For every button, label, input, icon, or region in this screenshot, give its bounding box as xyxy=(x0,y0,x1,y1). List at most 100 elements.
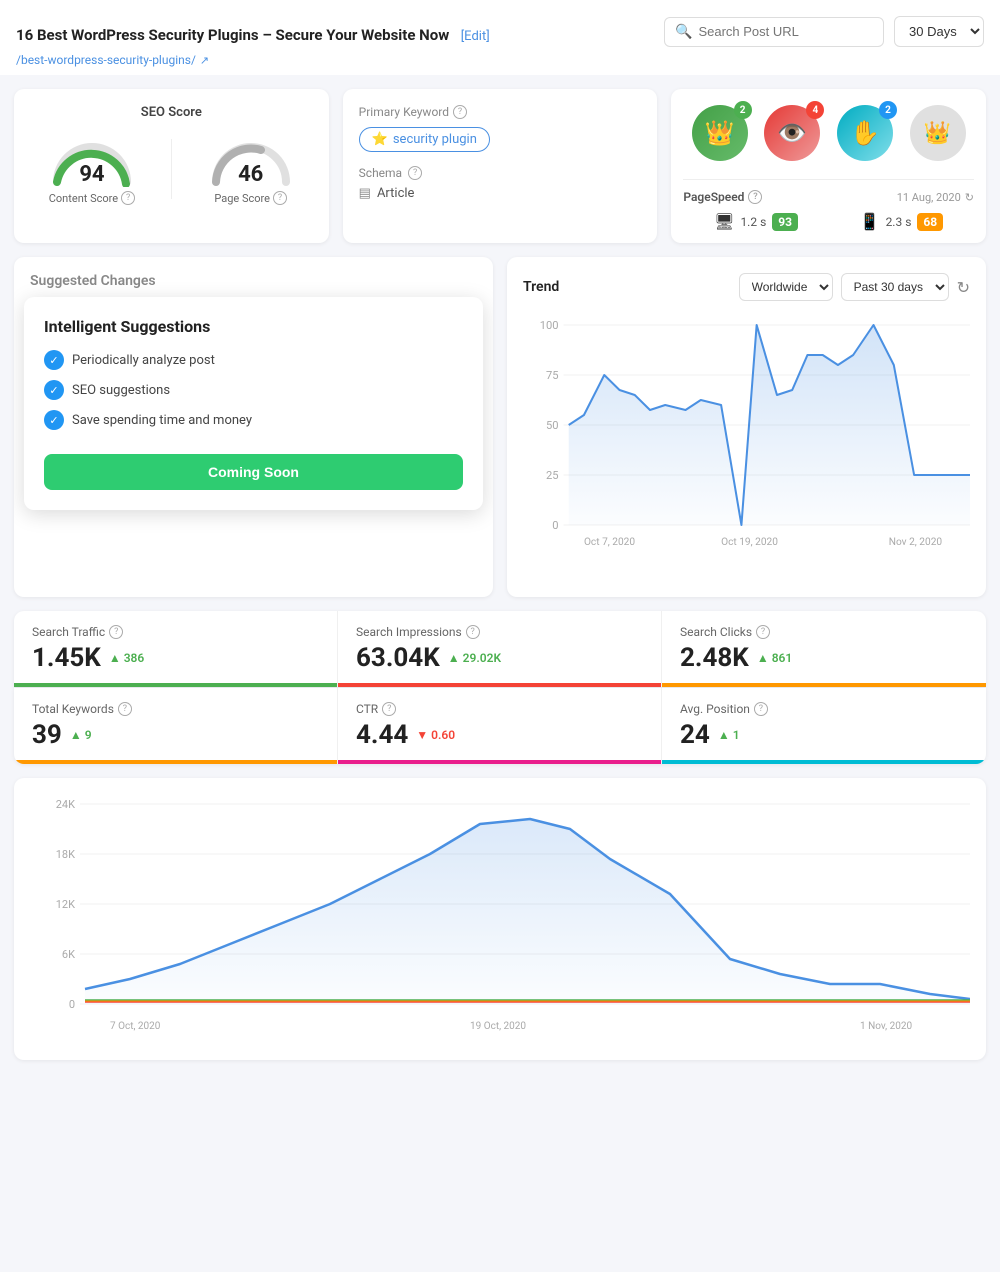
date-range-select[interactable]: 30 Days xyxy=(894,16,984,47)
edit-link[interactable]: [Edit] xyxy=(461,29,490,44)
keyword-card: Primary Keyword ? ⭐ security plugin Sche… xyxy=(343,89,658,243)
position-value: 24 xyxy=(680,720,710,750)
keywords-info-icon[interactable]: ? xyxy=(118,702,132,716)
schema-type-value: Article xyxy=(377,186,414,201)
coming-soon-button[interactable]: Coming Soon xyxy=(44,454,463,490)
schema-info-icon[interactable]: ? xyxy=(408,166,422,180)
star-icon: ⭐ xyxy=(372,132,388,147)
clicks-info-icon[interactable]: ? xyxy=(756,625,770,639)
stat-avg-position: Avg. Position ? 24 ▲ 1 xyxy=(662,688,986,764)
ctr-change: ▼ 0.60 xyxy=(416,728,455,742)
intelligent-suggestions-overlay: Intelligent Suggestions ✓ Periodically a… xyxy=(24,297,483,510)
svg-text:6K: 6K xyxy=(62,948,75,961)
keyword-value: security plugin xyxy=(393,132,477,147)
bottom-chart-card: 24K 18K 12K 6K 0 7 Oct, 2020 19 Oct, 202… xyxy=(14,778,986,1060)
refresh-pagespeed-icon[interactable]: ↻ xyxy=(965,191,974,204)
keywords-value: 39 xyxy=(32,720,62,750)
svg-text:75: 75 xyxy=(546,369,559,382)
svg-text:12K: 12K xyxy=(56,898,75,911)
desktop-time: 1.2 s xyxy=(740,215,766,229)
ctr-value: 4.44 xyxy=(356,720,408,750)
svg-text:0: 0 xyxy=(552,519,558,532)
page-score-number: 46 xyxy=(238,162,263,187)
svg-text:7 Oct, 2020: 7 Oct, 2020 xyxy=(110,1021,161,1032)
trend-title: Trend xyxy=(523,279,731,295)
suggested-title: Suggested Changes xyxy=(30,273,477,289)
traffic-change: ▲ 386 xyxy=(109,651,144,665)
pagespeed-title: PageSpeed xyxy=(683,190,744,204)
position-info-icon[interactable]: ? xyxy=(754,702,768,716)
clicks-value: 2.48K xyxy=(680,643,749,673)
impressions-info-icon[interactable]: ? xyxy=(466,625,480,639)
icon-badge-2: 2 xyxy=(734,101,752,119)
page-score-info-icon[interactable]: ? xyxy=(273,191,287,205)
content-score-label: Content Score xyxy=(49,192,118,205)
desktop-icon: 🖥 xyxy=(714,212,734,231)
mobile-time: 2.3 s xyxy=(886,215,912,229)
icon-crown-green[interactable]: 👑 2 xyxy=(692,105,748,161)
page-title: 16 Best WordPress Security Plugins – Sec… xyxy=(16,26,449,44)
icon-hand-teal[interactable]: ✋ 2 xyxy=(837,105,893,161)
mobile-score: 68 xyxy=(917,213,943,231)
subtitle-url[interactable]: /best-wordpress-security-plugins/ xyxy=(16,53,196,67)
search-box: 🔍 xyxy=(664,17,884,47)
stat-search-traffic: Search Traffic ? 1.45K ▲ 386 xyxy=(14,611,338,687)
bottom-chart: 24K 18K 12K 6K 0 7 Oct, 2020 19 Oct, 202… xyxy=(30,794,970,1044)
icon-badge-4: 4 xyxy=(806,101,824,119)
position-change: ▲ 1 xyxy=(718,728,740,742)
clicks-bar xyxy=(662,683,986,687)
trend-location-select[interactable]: Worldwide xyxy=(739,273,833,301)
traffic-value: 1.45K xyxy=(32,643,101,673)
impressions-value: 63.04K xyxy=(356,643,440,673)
stat-total-keywords: Total Keywords ? 39 ▲ 9 xyxy=(14,688,338,764)
svg-text:Oct 7, 2020: Oct 7, 2020 xyxy=(584,537,635,548)
desktop-score: 93 xyxy=(772,213,798,231)
pagespeed-date: 11 Aug, 2020 xyxy=(897,191,961,204)
external-link-icon[interactable]: ↗ xyxy=(200,54,209,67)
content-score-gauge: 94 Content Score ? xyxy=(47,132,137,205)
overlay-title: Intelligent Suggestions xyxy=(44,317,463,336)
stats-row-1: Search Traffic ? 1.45K ▲ 386 Search Impr… xyxy=(14,611,986,687)
keywords-bar xyxy=(14,760,337,764)
svg-text:100: 100 xyxy=(540,319,559,332)
clicks-change: ▲ 861 xyxy=(757,651,792,665)
search-input[interactable] xyxy=(698,24,858,39)
svg-text:19 Oct, 2020: 19 Oct, 2020 xyxy=(470,1021,526,1032)
suggested-changes-card: Suggested Changes 1 es That G... 2 ebsit… xyxy=(14,257,493,597)
seo-score-title: SEO Score xyxy=(30,105,313,120)
icon-eye-red[interactable]: 👁️ 4 xyxy=(764,105,820,161)
overlay-item-3: ✓ Save spending time and money xyxy=(44,410,463,430)
stat-search-clicks: Search Clicks ? 2.48K ▲ 861 xyxy=(662,611,986,687)
keyword-info-icon[interactable]: ? xyxy=(453,105,467,119)
trend-card: Trend Worldwide Past 30 days ↻ xyxy=(507,257,986,597)
stats-row-2: Total Keywords ? 39 ▲ 9 CTR ? 4.44 ▼ 0.6… xyxy=(14,688,986,764)
stat-search-impressions: Search Impressions ? 63.04K ▲ 29.02K xyxy=(338,611,662,687)
page-score-gauge: 46 Page Score ? xyxy=(206,132,296,205)
svg-text:24K: 24K xyxy=(56,798,75,811)
icons-pagespeed-card: 👑 2 👁️ 4 ✋ 2 👑 PageSp xyxy=(671,89,986,243)
ctr-info-icon[interactable]: ? xyxy=(382,702,396,716)
schema-label: Schema xyxy=(359,166,402,180)
svg-text:18K: 18K xyxy=(56,848,75,861)
svg-text:25: 25 xyxy=(546,469,559,482)
pagespeed-info-icon[interactable]: ? xyxy=(748,190,762,204)
check-icon-3: ✓ xyxy=(44,410,64,430)
traffic-info-icon[interactable]: ? xyxy=(109,625,123,639)
svg-text:Oct 19, 2020: Oct 19, 2020 xyxy=(721,537,778,548)
icon-crown-gray[interactable]: 👑 xyxy=(910,105,966,161)
trend-period-select[interactable]: Past 30 days xyxy=(841,273,949,301)
icon-badge-2b: 2 xyxy=(879,101,897,119)
check-icon-1: ✓ xyxy=(44,350,64,370)
svg-text:0: 0 xyxy=(69,998,75,1011)
check-icon-2: ✓ xyxy=(44,380,64,400)
keyword-badge[interactable]: ⭐ security plugin xyxy=(359,127,490,152)
content-score-number: 94 xyxy=(79,162,104,187)
stat-ctr: CTR ? 4.44 ▼ 0.60 xyxy=(338,688,662,764)
search-icon: 🔍 xyxy=(675,24,692,40)
trend-chart: 100 75 50 25 0 Oct 7, 2020 Oct 19, 2020 … xyxy=(523,315,970,555)
trend-refresh-icon[interactable]: ↻ xyxy=(957,278,970,297)
schema-type-icon: ▤ xyxy=(359,186,371,201)
content-score-info-icon[interactable]: ? xyxy=(121,191,135,205)
position-bar xyxy=(662,760,986,764)
overlay-item-1: ✓ Periodically analyze post xyxy=(44,350,463,370)
